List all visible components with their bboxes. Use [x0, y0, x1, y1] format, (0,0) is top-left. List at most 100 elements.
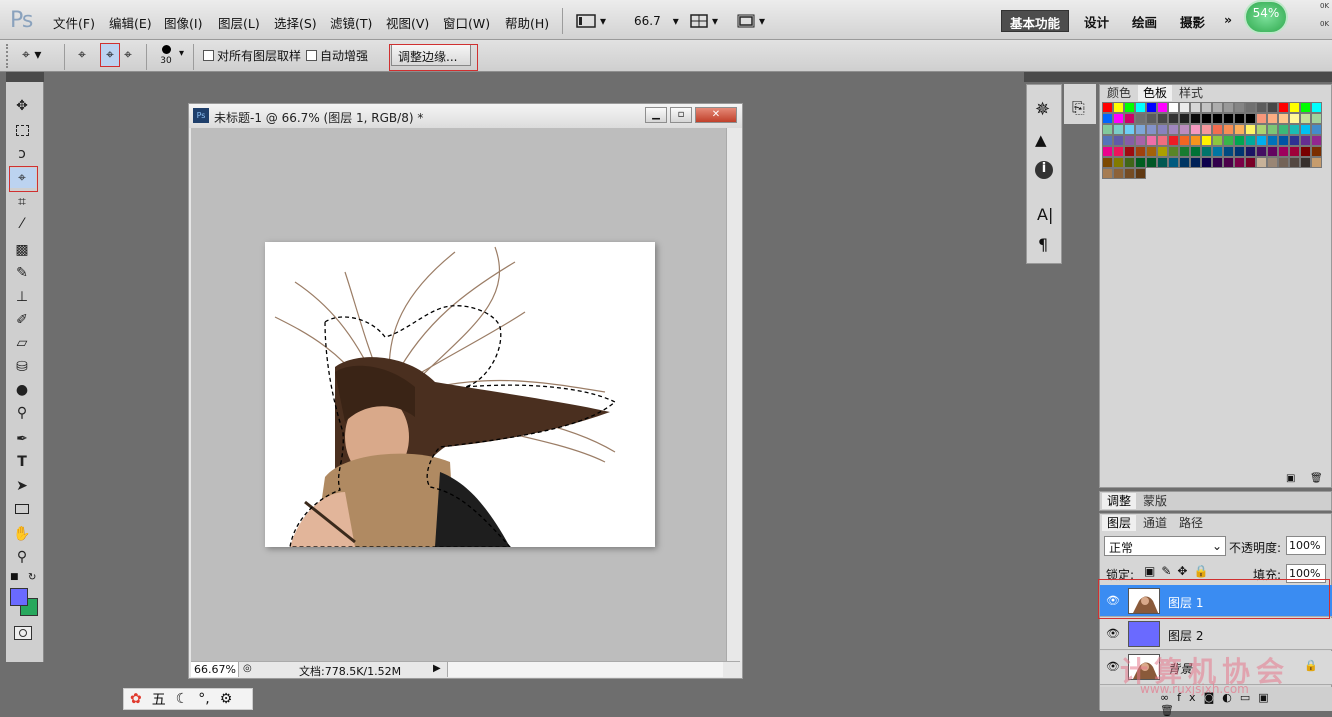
color-swatch[interactable]: [1157, 135, 1168, 146]
color-swatch[interactable]: [1223, 102, 1234, 113]
trash-icon[interactable]: 🗑: [1310, 473, 1323, 484]
color-swatch[interactable]: [1212, 102, 1223, 113]
color-swatch[interactable]: [1113, 157, 1124, 168]
color-swatch[interactable]: [1146, 135, 1157, 146]
menu-file[interactable]: 文件(F): [53, 13, 95, 32]
healing-brush-tool[interactable]: ▩: [8, 240, 36, 260]
color-swatch[interactable]: [1146, 146, 1157, 157]
arrange-documents-button[interactable]: ▾: [690, 10, 718, 32]
color-swatch[interactable]: [1190, 146, 1201, 157]
default-colors-icon[interactable]: ■: [10, 572, 19, 582]
color-swatch[interactable]: [1135, 157, 1146, 168]
color-swatch[interactable]: [1212, 146, 1223, 157]
menu-layer[interactable]: 图层(L): [218, 13, 260, 32]
color-swatch[interactable]: [1201, 124, 1212, 135]
vertical-scrollbar[interactable]: [726, 128, 742, 661]
color-swatch[interactable]: [1234, 124, 1245, 135]
clone-stamp-tool[interactable]: ⊥: [8, 287, 36, 307]
swap-colors-icon[interactable]: ↻: [28, 572, 36, 583]
eye-icon[interactable]: 👁: [1106, 627, 1120, 640]
dodge-tool[interactable]: ⚲: [8, 403, 36, 423]
color-swatch[interactable]: [1256, 146, 1267, 157]
eraser-tool[interactable]: ▱: [8, 333, 36, 353]
subtract-selection-button[interactable]: ⌖: [124, 47, 132, 63]
color-swatch[interactable]: [1179, 124, 1190, 135]
close-button[interactable]: ✕: [695, 107, 737, 123]
workspace-essentials[interactable]: 基本功能: [1001, 10, 1070, 32]
color-swatch[interactable]: [1267, 102, 1278, 113]
tool-preset-picker[interactable]: ⌖ ▾: [22, 47, 41, 63]
lasso-tool[interactable]: ↄ: [8, 144, 36, 164]
color-swatch[interactable]: [1300, 102, 1311, 113]
zoom-tool[interactable]: ⚲: [8, 547, 36, 567]
layer-row[interactable]: 👁 图层 2: [1100, 618, 1332, 650]
color-swatch[interactable]: [1113, 124, 1124, 135]
color-swatch[interactable]: [1289, 157, 1300, 168]
color-swatch[interactable]: [1256, 157, 1267, 168]
color-swatch[interactable]: [1124, 135, 1135, 146]
screen-mode-button[interactable]: ▾: [576, 10, 606, 32]
punctuation-icon[interactable]: °,: [198, 691, 209, 707]
color-swatch[interactable]: [1212, 124, 1223, 135]
color-swatch[interactable]: [1135, 124, 1146, 135]
color-swatch[interactable]: [1256, 124, 1267, 135]
color-swatch[interactable]: [1278, 157, 1289, 168]
color-swatch[interactable]: [1245, 157, 1256, 168]
new-layer-icon[interactable]: ▣: [1258, 691, 1276, 704]
color-swatch[interactable]: [1168, 113, 1179, 124]
shape-tool[interactable]: [8, 499, 36, 519]
color-swatch[interactable]: [1267, 157, 1278, 168]
color-swatch[interactable]: [1289, 124, 1300, 135]
maximize-button[interactable]: ▫: [670, 107, 692, 123]
color-swatch[interactable]: [1311, 135, 1322, 146]
color-swatch[interactable]: [1234, 135, 1245, 146]
tab-masks[interactable]: 蒙版: [1138, 493, 1172, 509]
color-swatch[interactable]: [1135, 146, 1146, 157]
color-swatch[interactable]: [1124, 146, 1135, 157]
color-swatch[interactable]: [1289, 135, 1300, 146]
checkbox-box[interactable]: [203, 50, 214, 61]
color-swatch[interactable]: [1234, 146, 1245, 157]
color-swatch[interactable]: [1102, 102, 1113, 113]
color-swatch[interactable]: [1113, 135, 1124, 146]
new-swatch-icon[interactable]: ▣: [1286, 473, 1295, 484]
color-swatch[interactable]: [1300, 135, 1311, 146]
color-swatch[interactable]: [1267, 135, 1278, 146]
ime-mode[interactable]: 五: [152, 689, 166, 709]
menu-image[interactable]: 图像(I): [164, 13, 202, 32]
color-swatch[interactable]: [1223, 146, 1234, 157]
zoom-level-dropdown[interactable]: 66.7 ▾: [634, 10, 679, 32]
chevron-down-icon[interactable]: ▾: [179, 48, 184, 59]
color-swatch[interactable]: [1278, 146, 1289, 157]
color-swatch[interactable]: [1300, 124, 1311, 135]
color-swatch[interactable]: [1190, 113, 1201, 124]
horizontal-scrollbar[interactable]: [447, 662, 723, 677]
color-swatch[interactable]: [1190, 124, 1201, 135]
workspace-photography[interactable]: 摄影: [1172, 10, 1213, 32]
color-swatch[interactable]: [1113, 113, 1124, 124]
color-swatch[interactable]: [1234, 157, 1245, 168]
color-swatch[interactable]: [1278, 124, 1289, 135]
color-swatch[interactable]: [1311, 146, 1322, 157]
color-swatch[interactable]: [1245, 113, 1256, 124]
pen-tool[interactable]: ✒: [8, 429, 36, 449]
eye-icon[interactable]: 👁: [1106, 660, 1120, 673]
info-icon[interactable]: i: [1035, 161, 1053, 179]
brush-tool[interactable]: ✎: [8, 263, 36, 283]
color-swatch[interactable]: [1157, 146, 1168, 157]
color-swatch[interactable]: [1168, 157, 1179, 168]
color-swatch[interactable]: [1190, 135, 1201, 146]
color-swatch[interactable]: [1168, 146, 1179, 157]
color-swatch[interactable]: [1245, 102, 1256, 113]
canvas-area[interactable]: [191, 128, 726, 661]
color-swatch[interactable]: [1124, 113, 1135, 124]
quick-mask-button[interactable]: [14, 626, 32, 640]
color-swatch[interactable]: [1157, 124, 1168, 135]
color-swatch[interactable]: [1168, 124, 1179, 135]
trash-icon[interactable]: 🗑: [1160, 704, 1182, 717]
hand-tool[interactable]: ✋: [8, 524, 36, 544]
color-swatch[interactable]: [1267, 113, 1278, 124]
color-swatch[interactable]: [1113, 102, 1124, 113]
color-swatch[interactable]: [1179, 157, 1190, 168]
menu-filter[interactable]: 滤镜(T): [330, 13, 372, 32]
